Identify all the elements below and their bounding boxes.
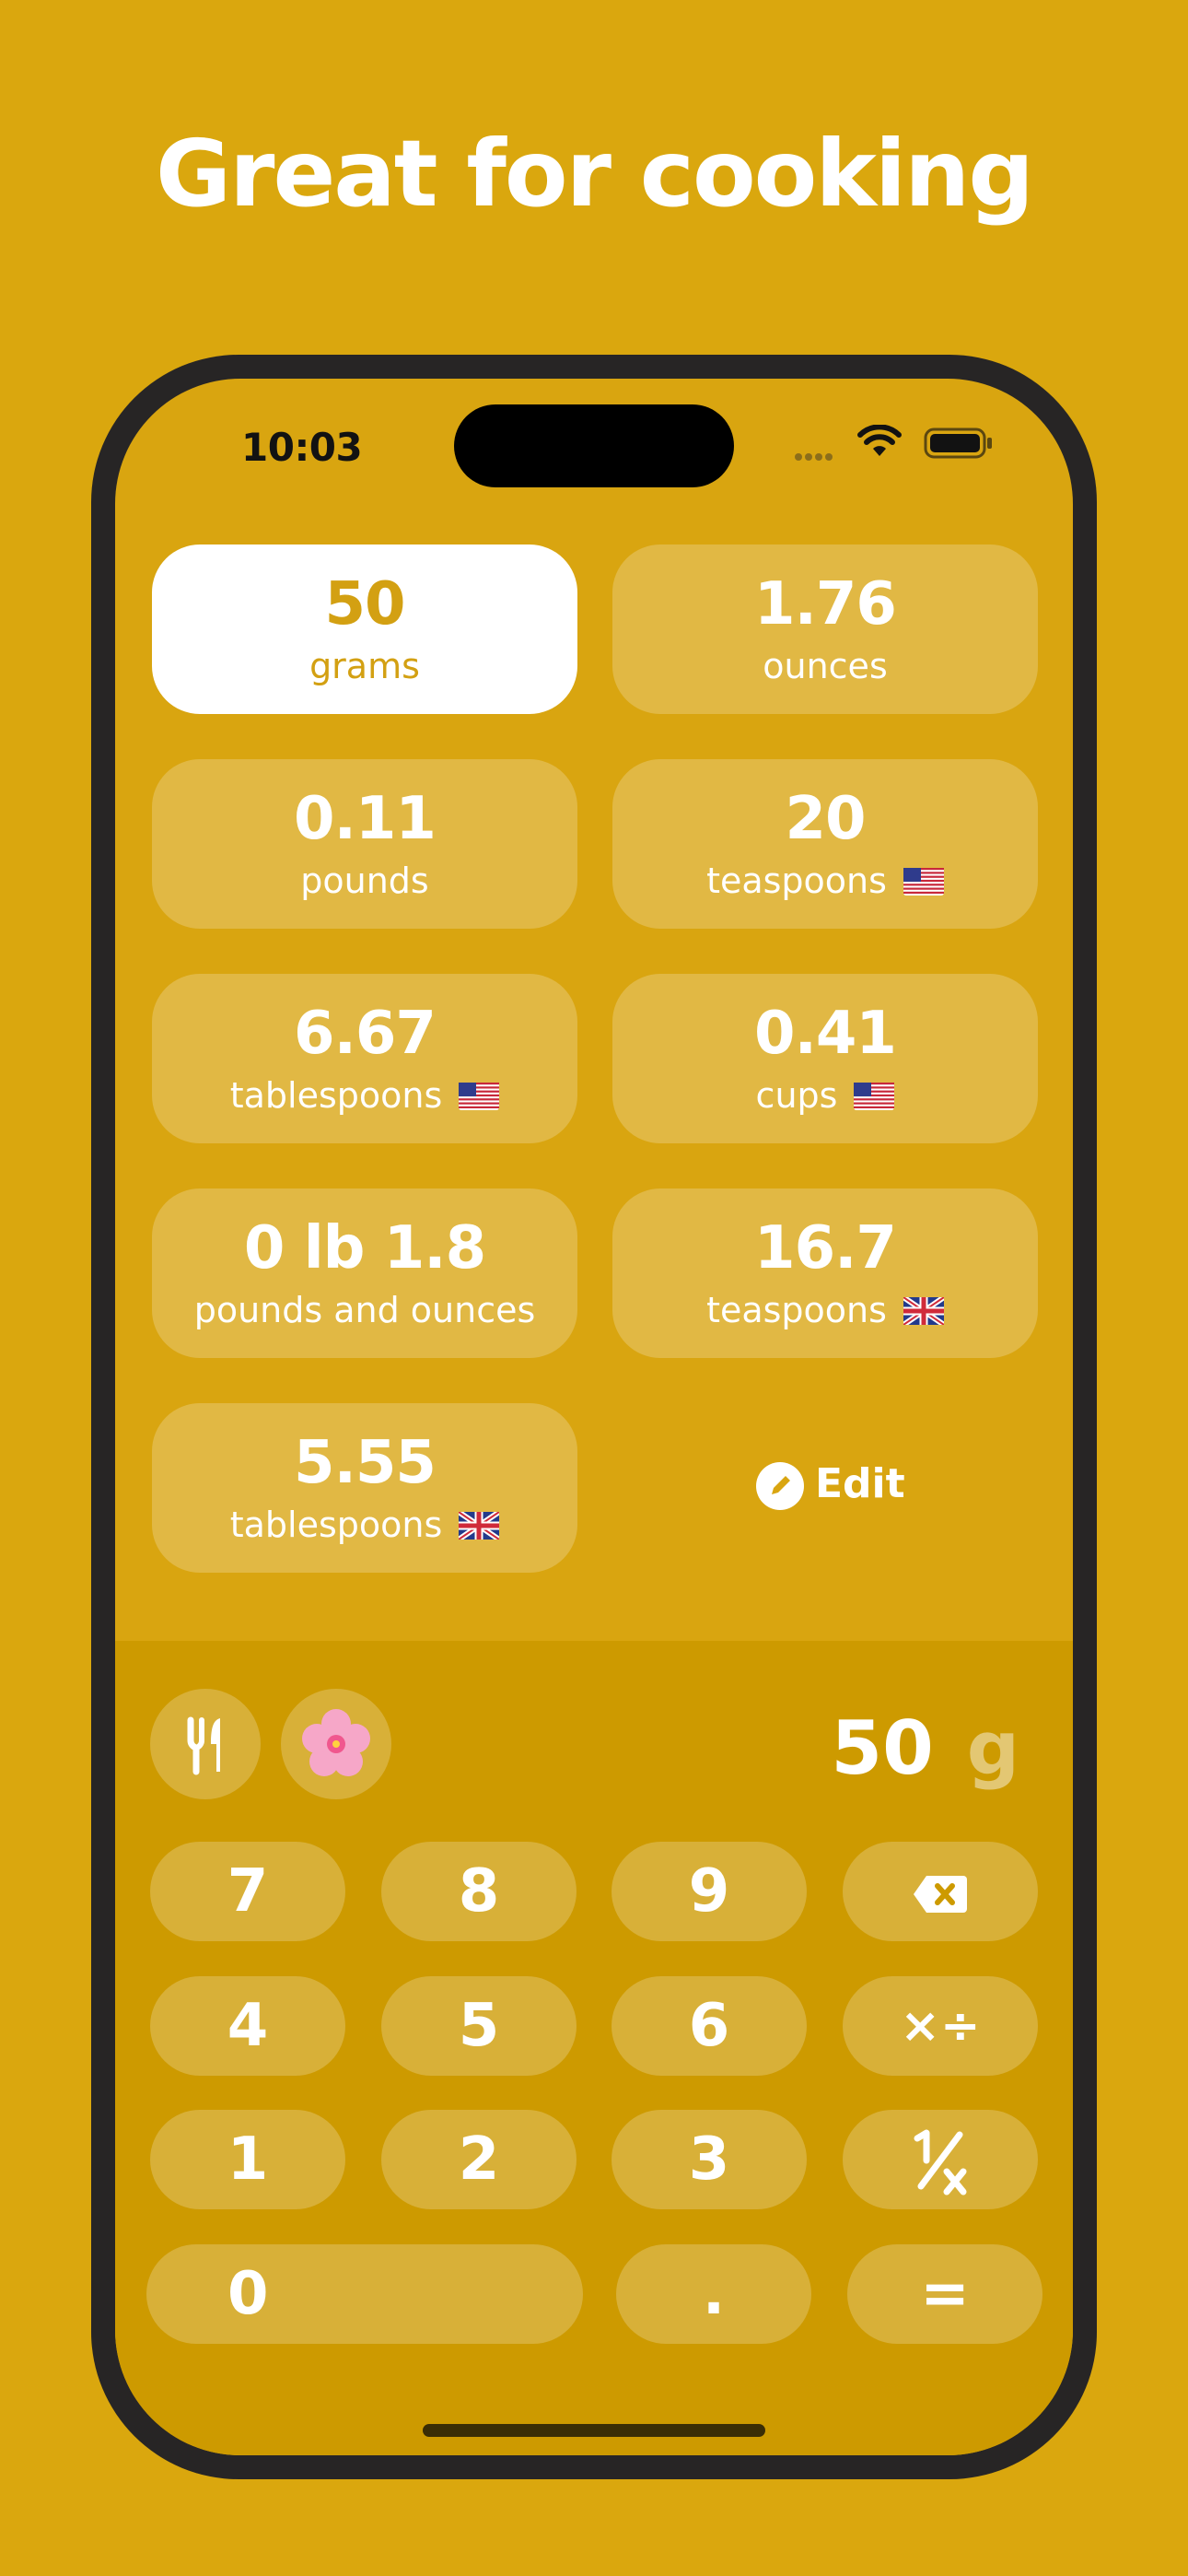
category-cooking-button[interactable]: [150, 1689, 261, 1799]
key-4[interactable]: 4: [150, 1976, 345, 2076]
key-1[interactable]: 1: [150, 2110, 345, 2209]
cellular-signal-icon: [795, 447, 835, 464]
conversion-card-pounds-and-ounces[interactable]: 0 lb 1.8 pounds and ounces: [152, 1188, 577, 1358]
fork-knife-icon: [187, 1716, 220, 1775]
conversion-card-tablespoons-uk[interactable]: 5.55 tablespoons: [152, 1403, 577, 1573]
conversion-card-grams[interactable]: 50 grams: [152, 544, 577, 714]
key-3[interactable]: 3: [611, 2110, 807, 2209]
keypad-panel: 50 g 7 8 9 4 5 6 ×÷ 1 2 3 0 . =: [115, 1641, 1073, 2455]
backspace-button[interactable]: [843, 1842, 1038, 1941]
conversion-card-ounces[interactable]: 1.76 ounces: [612, 544, 1038, 714]
conversion-value: 20: [785, 785, 866, 853]
conversion-value: 5.55: [294, 1429, 437, 1497]
input-value: 50: [831, 1705, 934, 1791]
conversion-value: 0.41: [754, 1000, 897, 1068]
operations-button[interactable]: ×÷: [843, 1976, 1038, 2076]
key-7[interactable]: 7: [150, 1842, 345, 1941]
conversion-card-teaspoons-us[interactable]: 20 teaspoons: [612, 759, 1038, 929]
conversion-unit: cups: [755, 1075, 838, 1116]
conversion-unit: teaspoons: [706, 861, 887, 901]
status-bar: 10:03: [115, 379, 1073, 508]
flower-icon: [302, 1709, 370, 1776]
dynamic-island: [454, 404, 734, 487]
input-display: 50 g: [831, 1705, 1019, 1791]
uk-flag-icon: [903, 1297, 944, 1325]
conversion-value: 6.67: [294, 1000, 437, 1068]
conversion-unit: pounds and ounces: [193, 1290, 536, 1330]
conversion-unit: pounds: [300, 861, 429, 901]
reciprocal-icon: [914, 2129, 967, 2195]
key-5[interactable]: 5: [381, 1976, 577, 2076]
pencil-circle-icon: [756, 1462, 804, 1510]
key-8[interactable]: 8: [381, 1842, 577, 1941]
key-2[interactable]: 2: [381, 2110, 577, 2209]
category-flower-button[interactable]: [281, 1689, 391, 1799]
edit-label: Edit: [815, 1460, 905, 1507]
headline: Great for cooking: [156, 120, 1034, 228]
backspace-icon: [914, 1876, 967, 1914]
uk-flag-icon: [459, 1512, 500, 1540]
us-flag-icon: [459, 1083, 500, 1110]
conversion-value: 1.76: [754, 570, 897, 638]
key-0[interactable]: 0: [146, 2244, 583, 2344]
key-9[interactable]: 9: [611, 1842, 807, 1941]
conversion-unit: grams: [309, 646, 420, 686]
key-6[interactable]: 6: [611, 1976, 807, 2076]
conversion-card-pounds[interactable]: 0.11 pounds: [152, 759, 577, 929]
equals-button[interactable]: =: [847, 2244, 1042, 2344]
conversion-unit: teaspoons: [706, 1290, 887, 1330]
conversion-unit: ounces: [763, 646, 888, 686]
conversion-value: 0.11: [294, 785, 437, 853]
edit-button[interactable]: Edit: [612, 1401, 1038, 1571]
conversion-value: 50: [324, 570, 405, 638]
input-unit: g: [966, 1705, 1019, 1791]
us-flag-icon: [903, 868, 944, 896]
status-time: 10:03: [241, 425, 363, 470]
decimal-point-button[interactable]: .: [616, 2244, 811, 2344]
reciprocal-button[interactable]: [843, 2110, 1038, 2209]
home-indicator[interactable]: [423, 2424, 765, 2437]
conversion-value: 0 lb 1.8: [243, 1214, 486, 1282]
conversion-value: 16.7: [754, 1214, 897, 1282]
wifi-icon: [857, 425, 902, 456]
conversion-card-cups-us[interactable]: 0.41 cups: [612, 974, 1038, 1143]
battery-icon: [924, 427, 992, 459]
conversion-unit: tablespoons: [229, 1075, 443, 1116]
phone-frame: 10:03 50 grams 1.76 ounces 0.11 pounds 2…: [91, 355, 1097, 2479]
conversion-card-tablespoons-us[interactable]: 6.67 tablespoons: [152, 974, 577, 1143]
app-screen: 10:03 50 grams 1.76 ounces 0.11 pounds 2…: [115, 379, 1073, 2455]
us-flag-icon: [854, 1083, 895, 1110]
conversion-card-teaspoons-uk[interactable]: 16.7 teaspoons: [612, 1188, 1038, 1358]
conversion-unit: tablespoons: [229, 1505, 443, 1545]
